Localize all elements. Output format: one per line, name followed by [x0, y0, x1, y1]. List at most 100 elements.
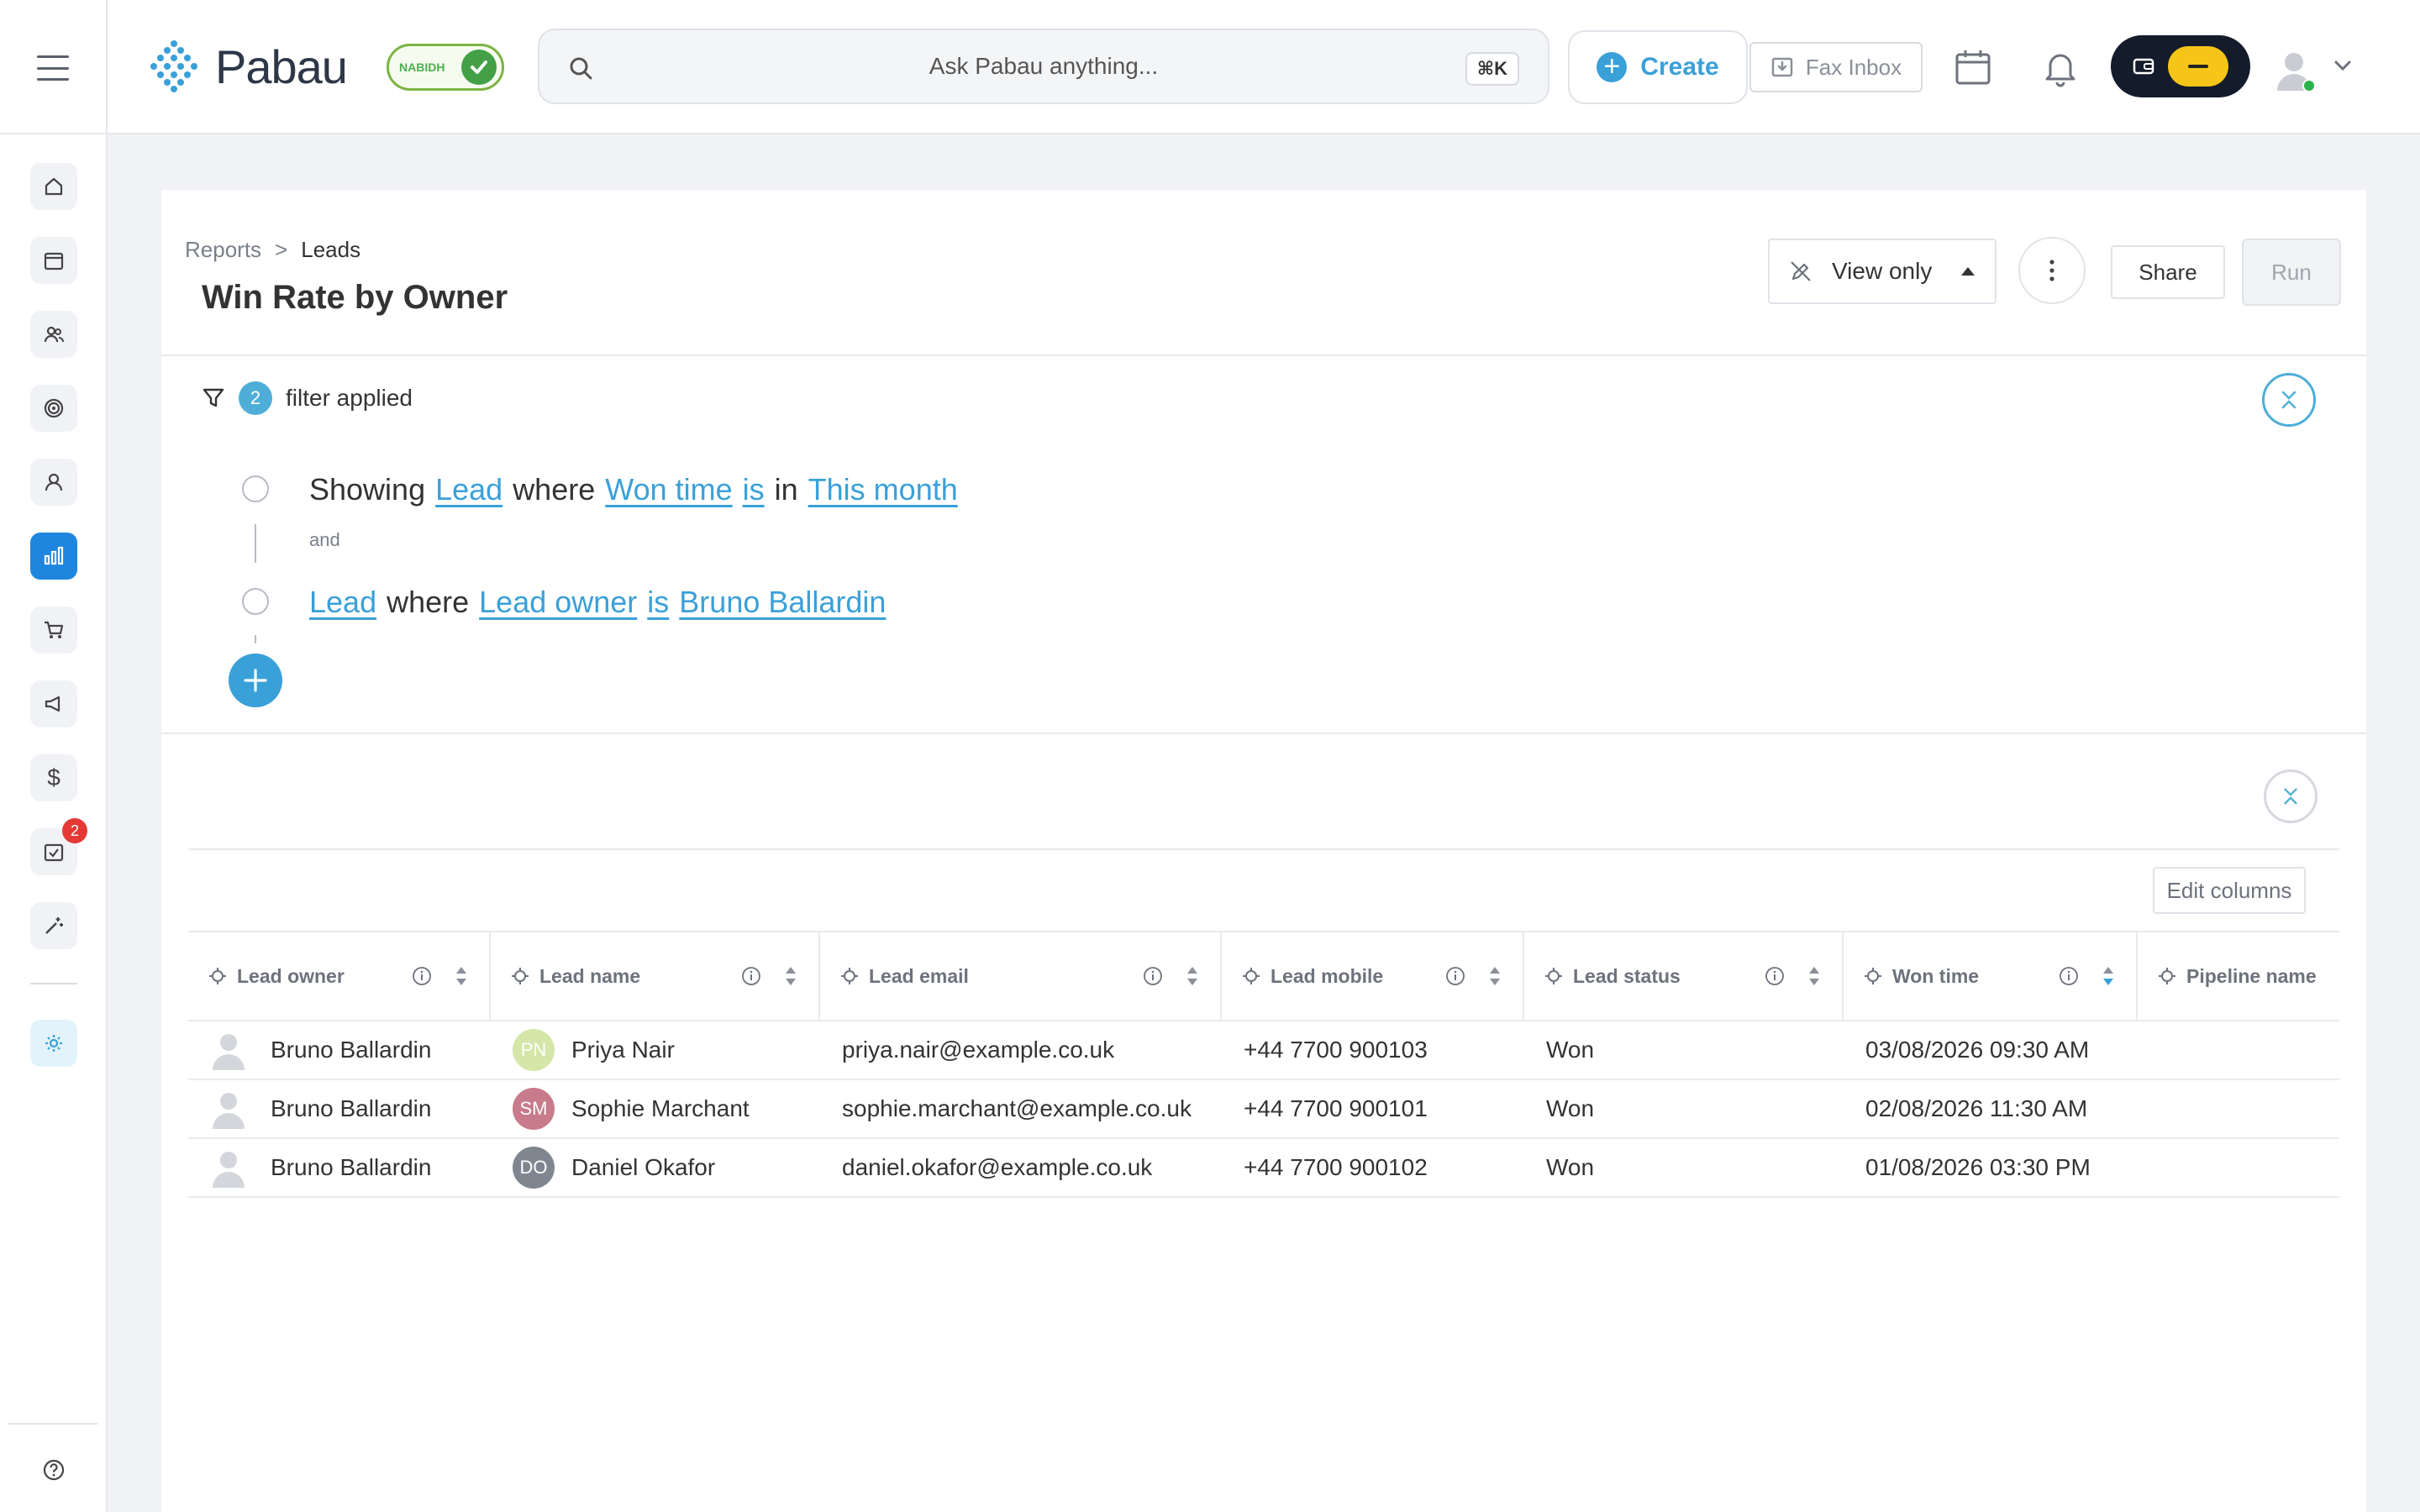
info-icon[interactable] — [741, 966, 761, 986]
column-header-lead-mobile[interactable]: Lead mobile — [1222, 932, 1524, 1020]
edit-columns-button[interactable]: Edit columns — [2153, 867, 2306, 914]
filter-token-link[interactable]: Bruno Ballardin — [679, 585, 886, 620]
column-header-lead-status[interactable]: Lead status — [1524, 932, 1844, 1020]
collapse-filters-button[interactable] — [2262, 373, 2316, 427]
more-options-button[interactable] — [2018, 237, 2086, 304]
info-icon[interactable] — [1143, 966, 1163, 986]
view-mode-dropdown[interactable]: View only — [1768, 239, 1996, 304]
filter-count-badge: 2 — [239, 381, 272, 415]
sidebar-item-tasks[interactable]: 2 — [30, 818, 87, 875]
cell-pipeline-name — [2138, 1139, 2339, 1196]
cell-lead-status: Won — [1524, 1080, 1844, 1137]
brand-logo[interactable]: Pabau — [145, 37, 348, 96]
sort-icon[interactable] — [454, 964, 469, 988]
filter-condition-2: Lead where Lead owner is Bruno Ballardin — [309, 585, 886, 620]
wallet-toggle[interactable] — [2111, 35, 2250, 97]
table-row[interactable]: Bruno Ballardin PN Priya Nair priya.nair@ex… — [188, 1021, 2339, 1080]
filter-summary[interactable]: 2 filter applied — [202, 381, 413, 415]
table-row[interactable]: Bruno Ballardin DO Daniel Okafor daniel.oka… — [188, 1139, 2339, 1198]
sidebar-item-finance[interactable]: $ — [30, 754, 77, 801]
sidebar-item-reports[interactable] — [30, 533, 77, 580]
bell-icon[interactable] — [2040, 47, 2081, 87]
filter-token-link[interactable]: This month — [808, 472, 958, 507]
breadcrumb-leads[interactable]: Leads — [301, 237, 360, 263]
search-shortcut: ⌘K — [1465, 52, 1519, 86]
sort-descending-icon[interactable] — [2101, 964, 2116, 988]
user-icon — [45, 473, 63, 491]
filter-token-link[interactable]: is — [743, 472, 765, 507]
breadcrumb-reports[interactable]: Reports — [185, 237, 261, 263]
sidebar-item-help[interactable] — [30, 1446, 77, 1494]
sidebar-item-home[interactable] — [30, 163, 77, 210]
reports-icon — [44, 546, 64, 565]
column-header-pipeline-name[interactable]: Pipeline name — [2138, 932, 2339, 1020]
info-icon[interactable] — [2059, 966, 2079, 986]
share-button[interactable]: Share — [2111, 245, 2225, 299]
filter-token-link[interactable]: Won time — [605, 472, 732, 507]
fax-inbox-label: Fax Inbox — [1805, 54, 1902, 80]
collapse-icon — [2284, 788, 2297, 805]
filter-token-link[interactable]: Lead — [435, 472, 502, 507]
nabidh-badge[interactable]: NABIDH — [387, 44, 504, 91]
condition-radio[interactable] — [242, 475, 269, 502]
sidebar-item-tools[interactable] — [30, 902, 77, 949]
help-icon — [43, 1459, 65, 1481]
more-vertical-icon — [2049, 260, 2054, 281]
sidebar: $ 2 — [0, 134, 108, 1512]
results-table: Lead owner Lead name Lead email Lead mob… — [188, 931, 2339, 1198]
info-icon[interactable] — [1445, 966, 1465, 986]
condition-radio[interactable] — [242, 588, 269, 615]
filter-token-link[interactable]: is — [647, 585, 669, 620]
filter-token-link[interactable]: Lead owner — [479, 585, 637, 620]
column-header-lead-name[interactable]: Lead name — [491, 932, 820, 1020]
divider — [106, 0, 108, 134]
info-icon[interactable] — [1765, 966, 1785, 986]
search-input[interactable] — [539, 30, 1548, 102]
table-row[interactable]: Bruno Ballardin SM Sophie Marchant sophie.m… — [188, 1080, 2339, 1139]
column-label: Lead owner — [237, 964, 345, 987]
sidebar-item-calendar[interactable] — [30, 237, 77, 284]
column-header-lead-email[interactable]: Lead email — [820, 932, 1222, 1020]
owner-name: Bruno Ballardin — [271, 1154, 432, 1180]
run-button[interactable]: Run — [2242, 239, 2341, 306]
search-icon — [570, 57, 592, 80]
sort-icon[interactable] — [1487, 964, 1502, 988]
crosshair-icon — [512, 968, 529, 984]
fax-inbox-button[interactable]: Fax Inbox — [1749, 42, 1923, 92]
create-button[interactable]: + Create — [1568, 30, 1748, 104]
top-bar: Pabau NABIDH ⌘K + Create Fax Inbox — [0, 0, 2420, 134]
calendar-icon[interactable] — [1953, 47, 1993, 87]
lead-status: Won — [1546, 1095, 1595, 1121]
tasks-icon — [44, 843, 64, 862]
column-header-lead-owner[interactable]: Lead owner — [188, 932, 491, 1020]
won-time: 02/08/2026 11:30 AM — [1865, 1095, 2088, 1121]
cell-lead-owner: Bruno Ballardin — [188, 1139, 491, 1196]
brand-name: Pabau — [215, 39, 348, 93]
lead-email: priya.nair@example.co.uk — [842, 1037, 1115, 1063]
sidebar-item-marketing[interactable] — [30, 680, 77, 727]
filter-condition-1: Showing Lead where Won time is in This month — [309, 472, 958, 507]
collapse-results-button[interactable] — [2264, 769, 2317, 823]
sidebar-item-store[interactable] — [30, 606, 77, 654]
won-time: 01/08/2026 03:30 PM — [1865, 1154, 2091, 1180]
sort-icon[interactable] — [783, 964, 798, 988]
sort-icon[interactable] — [1807, 964, 1822, 988]
nabidh-label: NABIDH — [399, 60, 445, 74]
cell-lead-email: sophie.marchant@example.co.uk — [820, 1080, 1222, 1137]
sidebar-item-setup[interactable] — [30, 1020, 77, 1067]
sidebar-item-leads[interactable] — [30, 385, 77, 432]
column-header-won-time[interactable]: Won time — [1844, 932, 2138, 1020]
chevron-down-icon[interactable] — [2333, 59, 2353, 72]
sidebar-item-staff[interactable] — [30, 459, 77, 506]
filter-token-link[interactable]: Lead — [309, 585, 376, 620]
info-icon[interactable] — [412, 966, 432, 986]
menu-icon[interactable] — [37, 55, 69, 81]
cell-lead-owner: Bruno Ballardin — [188, 1080, 491, 1137]
view-mode-label: View only — [1832, 258, 1933, 284]
add-condition-button[interactable] — [229, 654, 282, 707]
sort-icon[interactable] — [1185, 964, 1200, 988]
lead-mobile: +44 7700 900103 — [1244, 1037, 1428, 1063]
lead-name: Sophie Marchant — [571, 1095, 750, 1121]
sidebar-item-clients[interactable] — [30, 311, 77, 358]
crosshair-icon — [841, 968, 858, 984]
